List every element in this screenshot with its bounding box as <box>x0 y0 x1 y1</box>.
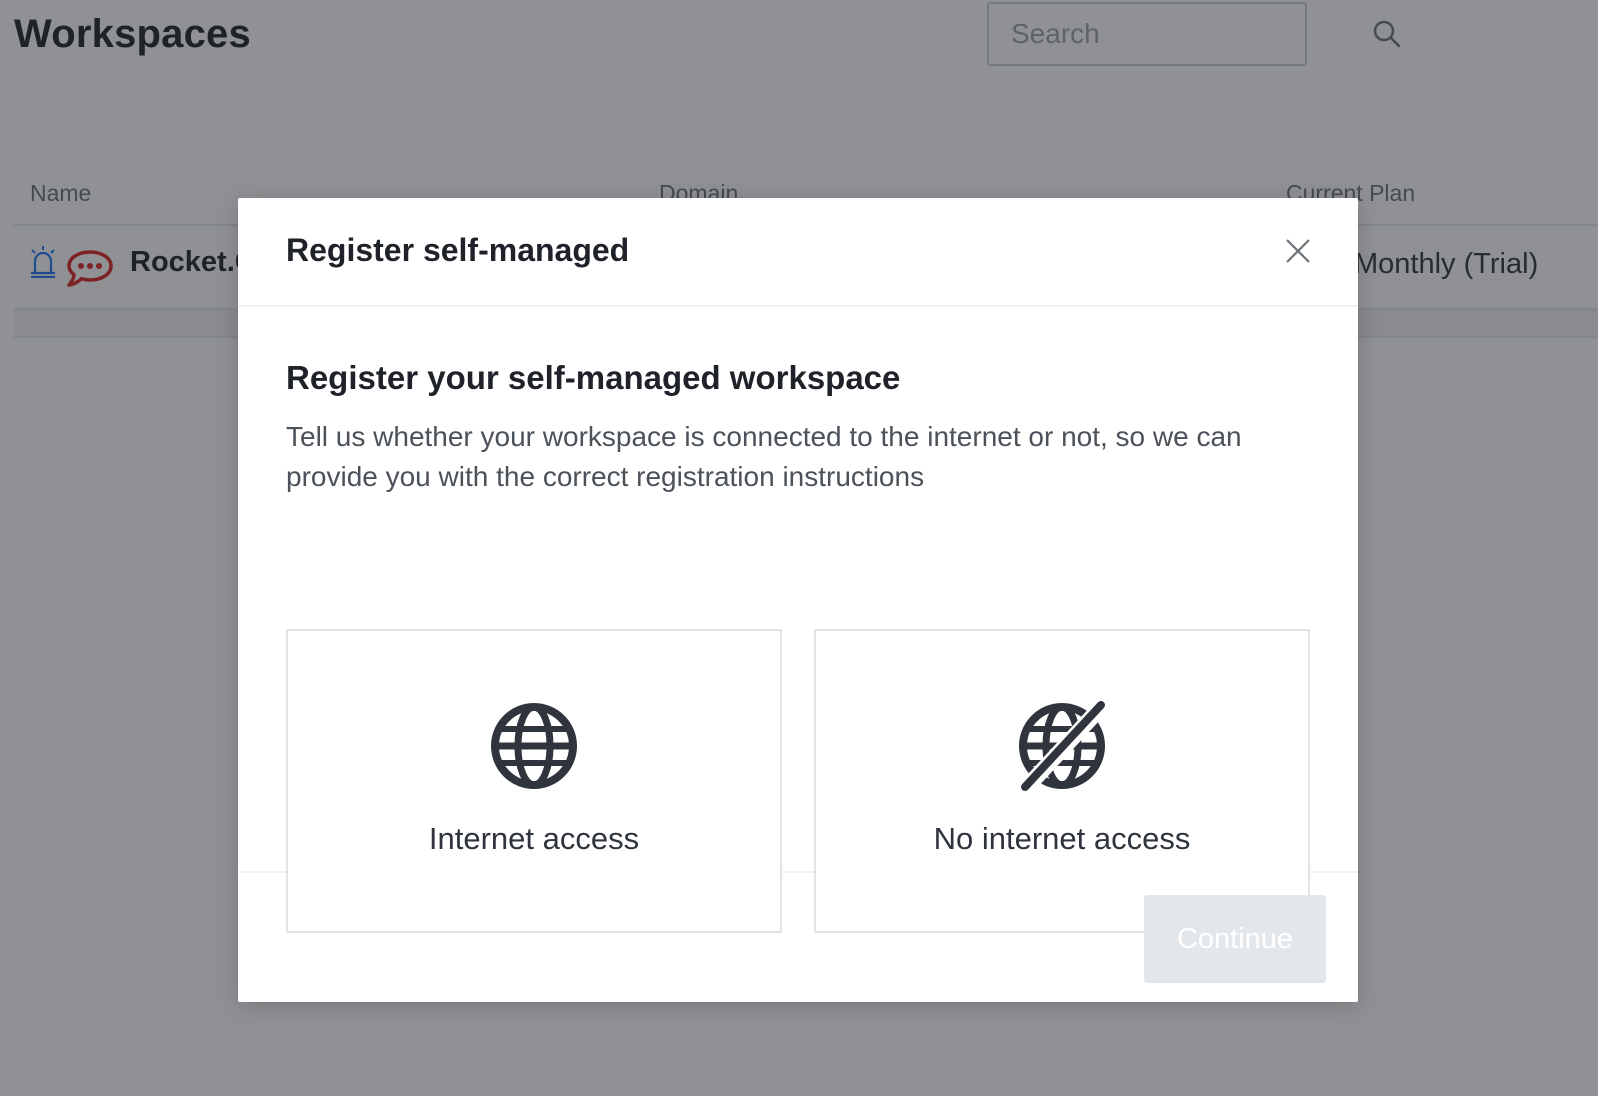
modal-body: Register your self-managed workspace Tel… <box>238 307 1358 933</box>
modal-title: Register self-managed <box>286 232 630 268</box>
close-icon <box>1285 238 1311 267</box>
option-label: Internet access <box>428 821 640 856</box>
globe-icon <box>489 701 579 791</box>
modal-footer: Continue <box>238 873 1358 1000</box>
register-modal: Register self-managed Register your self… <box>238 198 1358 1002</box>
modal-description: Tell us whether your workspace is connec… <box>286 421 1242 492</box>
globe-off-icon <box>1017 701 1107 791</box>
modal-header: Register self-managed <box>238 198 1358 307</box>
continue-button[interactable]: Continue <box>1144 895 1326 983</box>
modal-heading: Register your self-managed workspace <box>286 359 901 396</box>
option-label: No internet access <box>933 821 1191 856</box>
close-button[interactable] <box>1278 232 1318 272</box>
